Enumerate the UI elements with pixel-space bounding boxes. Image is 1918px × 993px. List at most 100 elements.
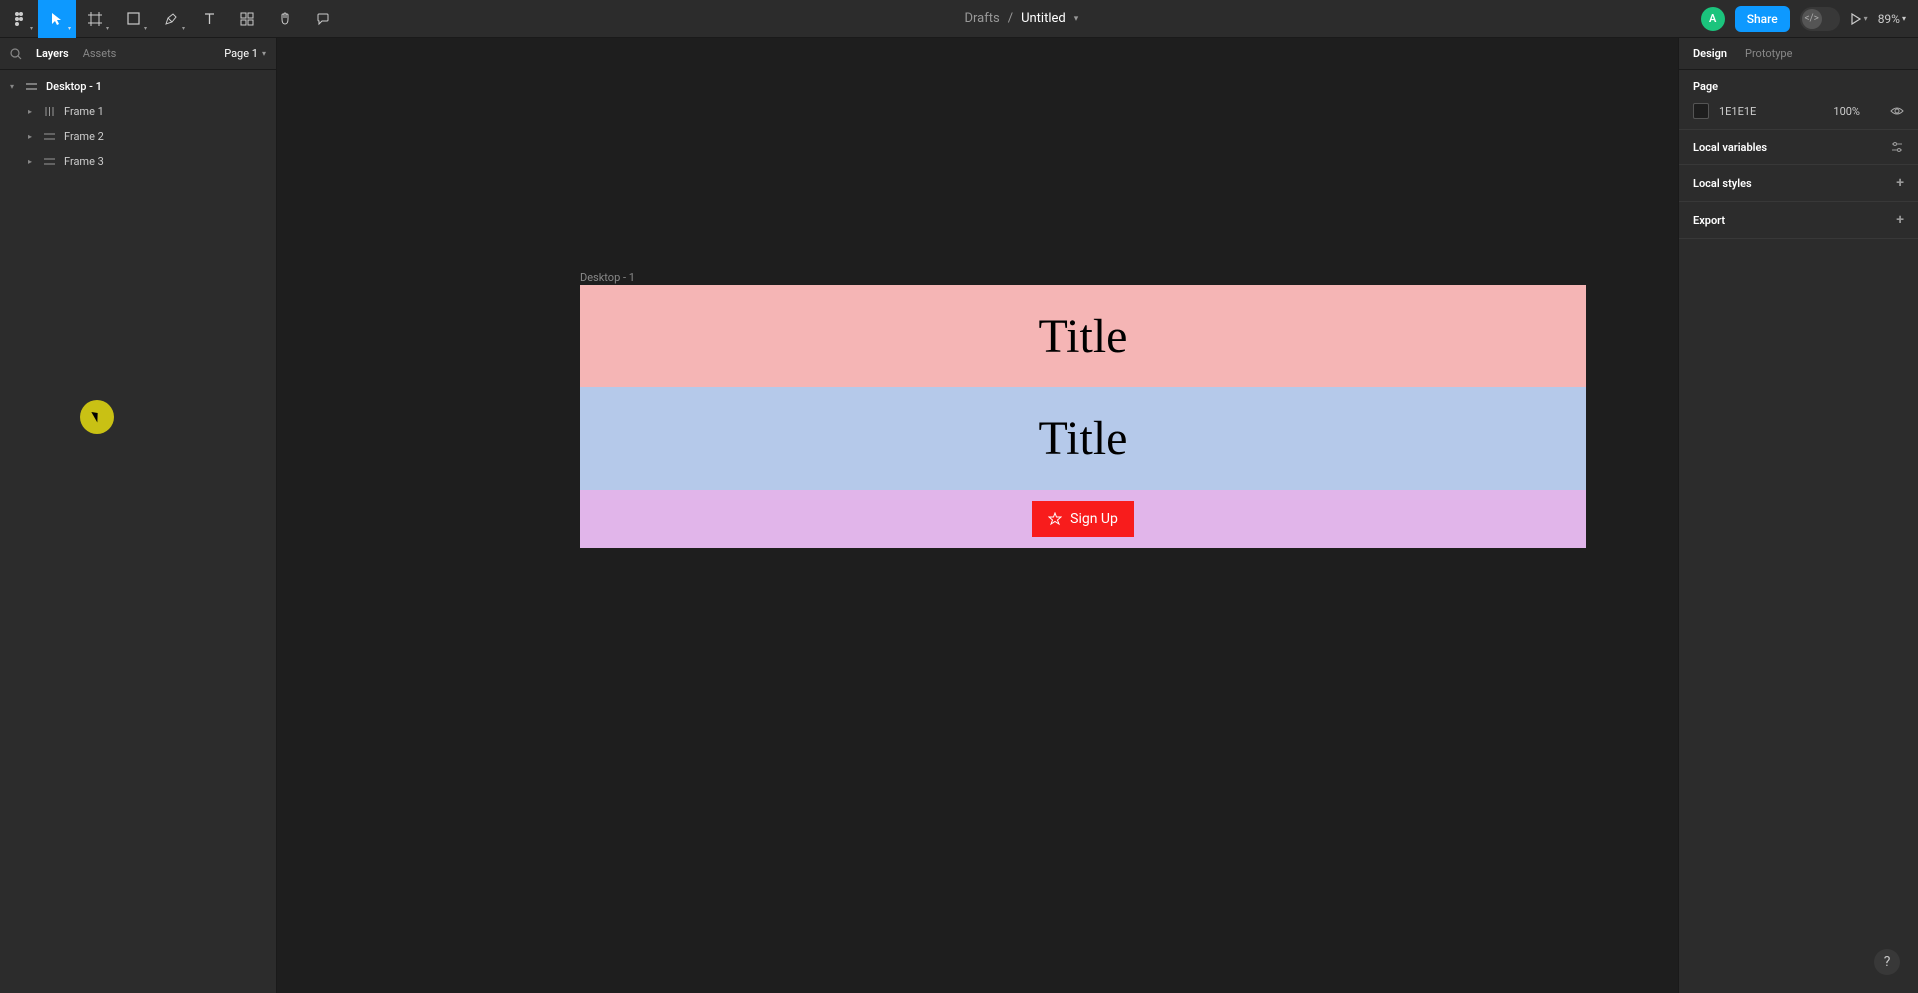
frame-icon xyxy=(44,131,58,142)
toolbar-center: Drafts / Untitled ▾ xyxy=(964,11,1078,26)
frame-section-2[interactable]: Title xyxy=(580,387,1586,490)
right-panel: Design Prototype Page 1E1E1E 100% Local … xyxy=(1678,38,1918,993)
rectangle-icon xyxy=(127,12,140,25)
layer-label: Frame 2 xyxy=(64,130,104,143)
expand-icon[interactable]: ▾ xyxy=(10,82,20,91)
section-local-variables: Local variables xyxy=(1679,130,1918,165)
desktop-frame[interactable]: Title Title Sign Up xyxy=(580,285,1586,548)
plus-icon[interactable]: + xyxy=(1896,175,1904,191)
page-color-row[interactable]: 1E1E1E 100% xyxy=(1693,103,1904,119)
layer-row-frame1[interactable]: ▸ Frame 1 xyxy=(0,99,276,124)
section-title-local-variables: Local variables xyxy=(1693,141,1767,154)
settings-icon[interactable] xyxy=(1890,140,1904,154)
breadcrumb-separator: / xyxy=(1008,11,1013,26)
layer-row-frame3[interactable]: ▸ Frame 3 xyxy=(0,149,276,174)
chevron-down-icon: ▾ xyxy=(1864,14,1868,23)
search-icon[interactable] xyxy=(10,48,22,60)
star-icon xyxy=(1048,512,1062,526)
left-tabs-group: Layers Assets xyxy=(10,47,116,60)
frame-icon xyxy=(44,156,58,167)
expand-icon[interactable]: ▸ xyxy=(28,157,38,166)
layer-label: Frame 1 xyxy=(64,105,104,118)
canvas[interactable]: Desktop - 1 Title Title Sign Up xyxy=(277,38,1678,993)
canvas-frame-label[interactable]: Desktop - 1 xyxy=(580,271,635,284)
expand-icon[interactable]: ▸ xyxy=(28,107,38,116)
title-text-1[interactable]: Title xyxy=(1039,309,1128,364)
frame-tool-button[interactable]: ▾ xyxy=(76,0,114,38)
right-panel-tabs: Design Prototype xyxy=(1679,38,1918,70)
chevron-down-icon[interactable]: ▾ xyxy=(1074,14,1079,24)
left-panel-tabs: Layers Assets Page 1 ▾ xyxy=(0,38,276,70)
toolbar-left: ▾ ▾ ▾ ▾ ▾ xyxy=(0,0,342,37)
hand-icon xyxy=(278,12,292,26)
present-button[interactable]: ▾ xyxy=(1850,13,1868,25)
figma-menu-button[interactable]: ▾ xyxy=(0,0,38,38)
layer-tree: ▾ Desktop - 1 ▸ Frame 1 ▸ Frame 2 ▸ xyxy=(0,70,276,174)
tab-layers[interactable]: Layers xyxy=(36,47,69,60)
signup-button[interactable]: Sign Up xyxy=(1032,501,1134,537)
chevron-down-icon: ▾ xyxy=(68,25,71,32)
frame-icon xyxy=(88,12,102,26)
page-selector[interactable]: Page 1 ▾ xyxy=(224,47,266,60)
chevron-down-icon: ▾ xyxy=(144,25,147,32)
autolayout-icon xyxy=(44,106,58,117)
visibility-icon[interactable] xyxy=(1890,106,1904,116)
figma-icon xyxy=(12,12,26,26)
chevron-down-icon: ▾ xyxy=(182,25,185,32)
cursor-marker xyxy=(80,400,114,434)
frame-section-1[interactable]: Title xyxy=(580,285,1586,387)
section-page: Page 1E1E1E 100% xyxy=(1679,70,1918,130)
document-title[interactable]: Untitled xyxy=(1021,11,1066,26)
chevron-down-icon: ▾ xyxy=(1902,14,1906,23)
top-toolbar: ▾ ▾ ▾ ▾ ▾ Drafts / xyxy=(0,0,1918,38)
section-export: Export + xyxy=(1679,202,1918,239)
layer-label: Desktop - 1 xyxy=(46,80,102,93)
tab-prototype[interactable]: Prototype xyxy=(1745,47,1792,60)
page-selector-label: Page 1 xyxy=(224,47,258,60)
layer-row-frame2[interactable]: ▸ Frame 2 xyxy=(0,124,276,149)
color-swatch[interactable] xyxy=(1693,103,1709,119)
left-panel: Layers Assets Page 1 ▾ ▾ Desktop - 1 ▸ F… xyxy=(0,38,277,993)
color-hex[interactable]: 1E1E1E xyxy=(1719,105,1756,118)
chevron-down-icon: ▾ xyxy=(106,25,109,32)
layer-row-root[interactable]: ▾ Desktop - 1 xyxy=(0,74,276,99)
section-title-local-styles: Local styles xyxy=(1693,177,1752,190)
toolbar-right: A Share </> ▾ 89% ▾ xyxy=(1701,6,1918,32)
section-local-styles: Local styles + xyxy=(1679,165,1918,202)
devmode-toggle[interactable]: </> xyxy=(1800,7,1840,31)
play-icon xyxy=(1850,13,1862,25)
signup-label: Sign Up xyxy=(1070,511,1118,527)
text-tool-button[interactable] xyxy=(190,0,228,38)
comment-icon xyxy=(316,12,330,26)
chevron-down-icon: ▾ xyxy=(30,25,33,32)
title-text-2[interactable]: Title xyxy=(1039,411,1128,466)
color-opacity[interactable]: 100% xyxy=(1833,105,1860,118)
chevron-down-icon: ▾ xyxy=(262,49,266,58)
help-button[interactable]: ? xyxy=(1874,949,1900,975)
section-title-page: Page xyxy=(1693,80,1904,93)
frame-icon xyxy=(26,81,40,92)
pen-icon xyxy=(164,12,178,26)
text-icon xyxy=(203,12,216,25)
shape-tool-button[interactable]: ▾ xyxy=(114,0,152,38)
resources-icon xyxy=(240,12,254,26)
pen-tool-button[interactable]: ▾ xyxy=(152,0,190,38)
tab-design[interactable]: Design xyxy=(1693,47,1727,60)
hand-tool-button[interactable] xyxy=(266,0,304,38)
layer-label: Frame 3 xyxy=(64,155,104,168)
move-tool-button[interactable]: ▾ xyxy=(38,0,76,38)
breadcrumb-root[interactable]: Drafts xyxy=(964,11,999,26)
comment-tool-button[interactable] xyxy=(304,0,342,38)
cursor-icon xyxy=(51,12,63,26)
tab-assets[interactable]: Assets xyxy=(83,47,117,60)
frame-section-3[interactable]: Sign Up xyxy=(580,490,1586,548)
zoom-control[interactable]: 89% ▾ xyxy=(1878,12,1906,26)
section-title-export: Export xyxy=(1693,214,1725,227)
code-icon: </> xyxy=(1802,9,1822,29)
share-button[interactable]: Share xyxy=(1735,6,1790,32)
zoom-value: 89% xyxy=(1878,12,1900,26)
expand-icon[interactable]: ▸ xyxy=(28,132,38,141)
plus-icon[interactable]: + xyxy=(1896,212,1904,228)
resources-tool-button[interactable] xyxy=(228,0,266,38)
avatar[interactable]: A xyxy=(1701,7,1725,31)
